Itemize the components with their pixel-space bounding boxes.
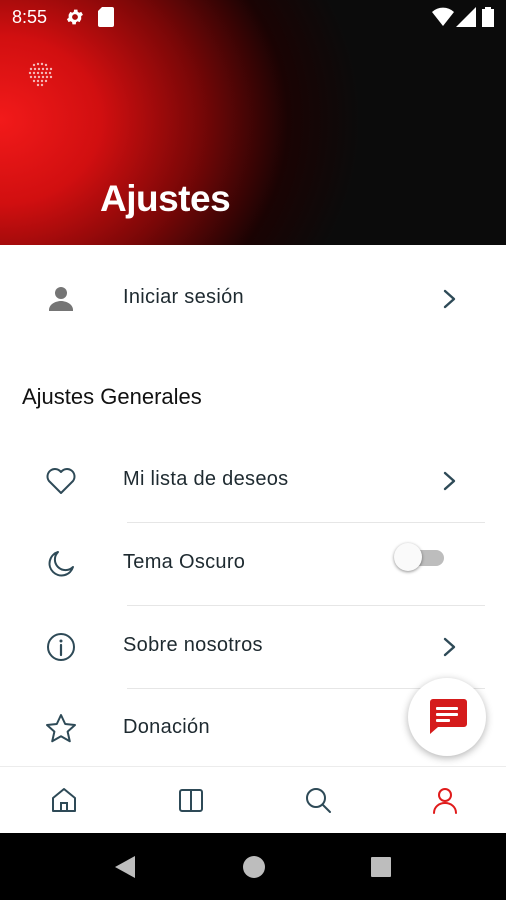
chat-icon	[430, 699, 467, 734]
status-time: 8:55	[12, 7, 48, 27]
recents-icon[interactable]	[370, 856, 392, 878]
sd-card-icon	[98, 7, 114, 27]
about-row[interactable]: Sobre nosotros	[0, 606, 506, 688]
signal-icon	[456, 7, 476, 27]
wishlist-row[interactable]: Mi lista de deseos	[0, 440, 506, 522]
login-label: Iniciar sesión	[123, 286, 244, 308]
dark-theme-label: Tema Oscuro	[123, 551, 246, 573]
battery-icon	[482, 7, 494, 27]
chevron-right-icon	[443, 471, 456, 491]
heart-icon	[46, 468, 76, 494]
status-bar: 8:55	[0, 0, 506, 36]
header: 8:55 Ajustes	[0, 0, 506, 245]
page-title: Ajustes	[100, 178, 231, 219]
toggle-knob	[394, 543, 422, 571]
chevron-right-icon	[443, 289, 456, 309]
section-title: Ajustes Generales	[22, 384, 202, 409]
search-icon[interactable]	[303, 785, 333, 815]
profile-icon[interactable]	[430, 785, 460, 815]
home-button-icon[interactable]	[242, 855, 266, 879]
home-icon[interactable]	[49, 785, 79, 815]
donation-label: Donación	[123, 716, 210, 738]
bottom-nav	[0, 766, 506, 834]
settings-icon	[66, 9, 83, 25]
info-icon	[47, 633, 75, 661]
back-icon[interactable]	[114, 855, 136, 879]
moon-icon	[48, 551, 74, 577]
chat-fab-button[interactable]	[408, 678, 486, 756]
about-label: Sobre nosotros	[123, 634, 263, 656]
star-icon	[46, 714, 76, 743]
dark-theme-row: Tema Oscuro	[0, 523, 506, 605]
chevron-right-icon	[443, 637, 456, 657]
book-icon[interactable]	[176, 785, 206, 815]
person-icon	[49, 287, 73, 311]
wifi-icon	[432, 7, 454, 26]
dark-theme-toggle[interactable]	[394, 542, 446, 572]
logo-icon	[28, 62, 53, 87]
wishlist-label: Mi lista de deseos	[123, 468, 289, 490]
login-row[interactable]: Iniciar sesión	[0, 258, 506, 340]
system-nav-bar	[0, 833, 506, 900]
